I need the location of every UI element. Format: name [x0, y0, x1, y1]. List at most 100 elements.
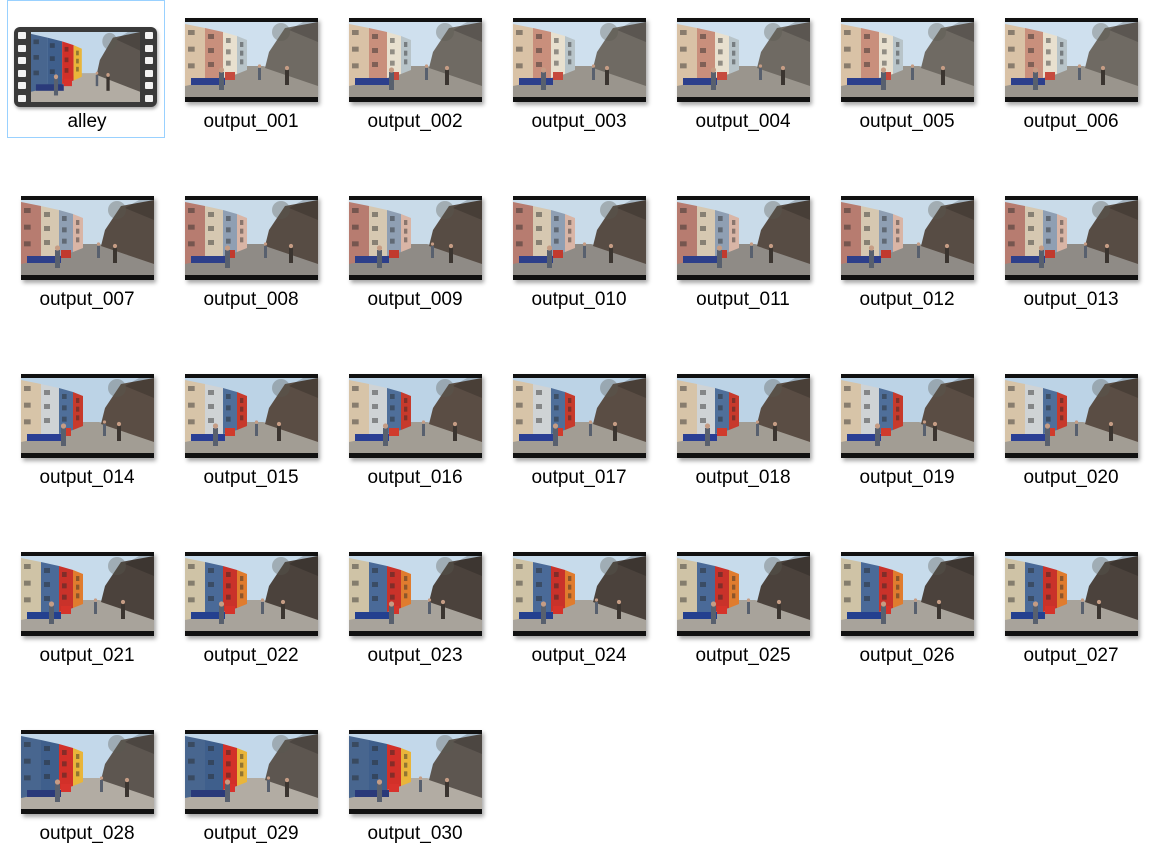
file-name-label: output_006 — [1023, 111, 1119, 132]
file-name-label: output_001 — [203, 111, 299, 132]
video-preview-frame — [31, 32, 140, 102]
file-name-label: output_020 — [1023, 467, 1119, 488]
image-thumbnail — [513, 18, 646, 102]
file-name-label: output_008 — [203, 289, 299, 310]
film-perforation — [18, 57, 26, 64]
file-name-label: output_007 — [39, 289, 135, 310]
film-perforation — [145, 57, 153, 64]
image-thumbnail — [185, 196, 318, 280]
image-file-item[interactable]: output_022 — [171, 534, 329, 672]
image-file-item[interactable]: output_021 — [7, 534, 165, 672]
film-perforation — [18, 32, 26, 39]
file-name-label: output_027 — [1023, 645, 1119, 666]
file-name-label: output_023 — [367, 645, 463, 666]
image-file-item[interactable]: output_004 — [663, 0, 821, 138]
image-file-item[interactable]: output_019 — [827, 356, 985, 494]
image-file-item[interactable]: output_023 — [335, 534, 493, 672]
image-thumbnail — [349, 374, 482, 458]
image-file-item[interactable]: output_013 — [991, 178, 1149, 316]
film-perforation — [145, 82, 153, 89]
file-name-label: output_009 — [367, 289, 463, 310]
image-thumbnail — [841, 18, 974, 102]
image-file-item[interactable]: output_026 — [827, 534, 985, 672]
image-file-item[interactable]: output_011 — [663, 178, 821, 316]
image-file-item[interactable]: output_027 — [991, 534, 1149, 672]
file-name-label: output_017 — [531, 467, 627, 488]
file-name-label: output_024 — [531, 645, 627, 666]
image-thumbnail — [841, 196, 974, 280]
image-thumbnail — [677, 374, 810, 458]
file-name-label: output_025 — [695, 645, 791, 666]
file-grid: alley output_001 output_002 output_003 outpu… — [0, 0, 1155, 851]
image-thumbnail — [1005, 18, 1138, 102]
image-file-item[interactable]: output_015 — [171, 356, 329, 494]
file-name-label: output_030 — [367, 823, 463, 844]
image-file-item[interactable]: output_005 — [827, 0, 985, 138]
image-thumbnail — [349, 730, 482, 814]
file-name-label: output_029 — [203, 823, 299, 844]
file-name-label: output_026 — [859, 645, 955, 666]
film-perforation — [18, 82, 26, 89]
image-file-item[interactable]: output_002 — [335, 0, 493, 138]
film-perforation — [18, 69, 26, 77]
file-name-label: output_028 — [39, 823, 135, 844]
image-file-item[interactable]: output_028 — [7, 712, 165, 850]
image-file-item[interactable]: output_006 — [991, 0, 1149, 138]
image-thumbnail — [841, 374, 974, 458]
image-thumbnail — [185, 552, 318, 636]
image-file-item[interactable]: output_014 — [7, 356, 165, 494]
video-file-item[interactable]: alley — [7, 0, 165, 138]
image-thumbnail — [513, 552, 646, 636]
image-file-item[interactable]: output_025 — [663, 534, 821, 672]
image-file-item[interactable]: output_017 — [499, 356, 657, 494]
file-name-label: output_005 — [859, 111, 955, 132]
image-file-item[interactable]: output_007 — [7, 178, 165, 316]
image-thumbnail — [677, 18, 810, 102]
image-file-item[interactable]: output_012 — [827, 178, 985, 316]
image-thumbnail — [513, 196, 646, 280]
file-name-label: output_012 — [859, 289, 955, 310]
file-name-label: output_021 — [39, 645, 135, 666]
image-thumbnail — [677, 552, 810, 636]
file-name-label: output_010 — [531, 289, 627, 310]
file-name-label: output_003 — [531, 111, 627, 132]
image-thumbnail — [841, 552, 974, 636]
image-file-item[interactable]: output_020 — [991, 356, 1149, 494]
file-name-label: output_015 — [203, 467, 299, 488]
film-perforation — [18, 94, 26, 102]
image-thumbnail — [349, 196, 482, 280]
file-name-label: output_018 — [695, 467, 791, 488]
file-name-label: output_013 — [1023, 289, 1119, 310]
image-thumbnail — [513, 374, 646, 458]
file-name-label: output_016 — [367, 467, 463, 488]
file-name-label: output_014 — [39, 467, 135, 488]
image-thumbnail — [185, 374, 318, 458]
image-thumbnail — [1005, 196, 1138, 280]
file-name-label: output_002 — [367, 111, 463, 132]
image-thumbnail — [21, 552, 154, 636]
film-perforation — [145, 32, 153, 39]
film-perforation — [145, 44, 153, 52]
film-perforation — [145, 69, 153, 77]
image-file-item[interactable]: output_010 — [499, 178, 657, 316]
image-file-item[interactable]: output_029 — [171, 712, 329, 850]
image-file-item[interactable]: output_030 — [335, 712, 493, 850]
image-file-item[interactable]: output_009 — [335, 178, 493, 316]
film-perforation — [145, 94, 153, 102]
image-file-item[interactable]: output_016 — [335, 356, 493, 494]
image-file-item[interactable]: output_008 — [171, 178, 329, 316]
file-name-label: output_004 — [695, 111, 791, 132]
file-name-label: output_022 — [203, 645, 299, 666]
file-name-label: alley — [67, 111, 107, 132]
image-file-item[interactable]: output_001 — [171, 0, 329, 138]
image-thumbnail — [677, 196, 810, 280]
image-thumbnail — [21, 374, 154, 458]
image-thumbnail — [349, 552, 482, 636]
image-file-item[interactable]: output_003 — [499, 0, 657, 138]
image-file-item[interactable]: output_024 — [499, 534, 657, 672]
image-file-item[interactable]: output_018 — [663, 356, 821, 494]
image-thumbnail — [21, 196, 154, 280]
image-thumbnail — [185, 18, 318, 102]
film-perforation — [18, 44, 26, 52]
image-thumbnail — [349, 18, 482, 102]
